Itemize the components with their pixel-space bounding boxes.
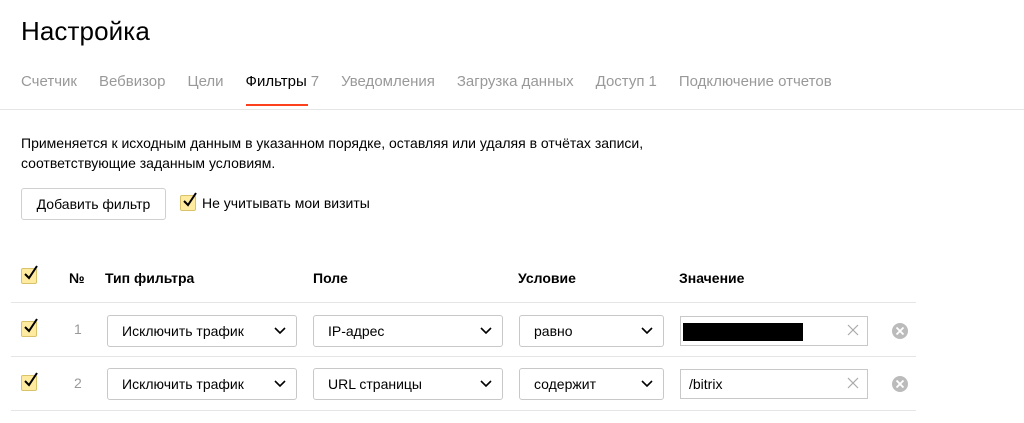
checkmark-icon <box>24 265 38 280</box>
condition-select[interactable]: равно <box>519 315 664 347</box>
condition-value: содержит <box>534 376 596 392</box>
chevron-down-icon <box>480 380 492 388</box>
tab-label: Загрузка данных <box>456 73 574 90</box>
filters-description: Применяется к исходным данным в указанно… <box>21 135 644 171</box>
filter-type-value: Исключить трафик <box>122 376 244 392</box>
redacted-value <box>683 323 803 341</box>
page-title: Настройка <box>21 16 150 46</box>
ignore-my-visits-option[interactable]: Не учитывать мои визиты <box>180 192 370 211</box>
ignore-my-visits-checkbox[interactable] <box>180 192 197 211</box>
tab-label: Фильтры <box>245 73 307 90</box>
value-text: /bitrix <box>689 376 723 392</box>
value-input[interactable] <box>680 316 868 346</box>
header-num: № <box>69 270 85 286</box>
row-number: 2 <box>74 375 82 391</box>
chevron-down-icon <box>274 380 286 388</box>
tab-count: 7 <box>310 73 320 90</box>
checkmark-icon <box>24 372 38 387</box>
chevron-down-icon <box>274 327 286 335</box>
tab-goals[interactable]: Цели <box>187 73 223 90</box>
table-row: 2 Исключить трафик URL страницы содержит… <box>0 356 1024 412</box>
tabs-bar: Счетчик Вебвизор Цели Фильтры 7 Уведомлен… <box>21 73 854 106</box>
filter-type-select[interactable]: Исключить трафик <box>107 368 297 400</box>
row-checkbox[interactable] <box>21 372 38 391</box>
tab-label: Уведомления <box>341 73 435 90</box>
condition-select[interactable]: содержит <box>519 368 664 400</box>
tab-data-upload[interactable]: Загрузка данных <box>457 73 574 90</box>
tabs-divider <box>0 109 1024 110</box>
field-value: IP-адрес <box>328 323 385 339</box>
select-all-checkbox[interactable] <box>21 265 38 284</box>
chevron-down-icon <box>641 380 653 388</box>
tab-report-connection[interactable]: Подключение отчетов <box>679 73 832 90</box>
tab-counter[interactable]: Счетчик <box>21 73 77 90</box>
tab-label: Счетчик <box>21 73 77 90</box>
field-select[interactable]: IP-адрес <box>313 315 503 347</box>
header-value: Значение <box>679 270 745 286</box>
checkmark-icon <box>183 192 197 207</box>
field-value: URL страницы <box>328 376 422 392</box>
chevron-down-icon <box>641 327 653 335</box>
tab-count: 1 <box>648 73 657 90</box>
tab-label: Доступ <box>595 73 645 90</box>
tab-notifications[interactable]: Уведомления <box>341 73 435 90</box>
add-filter-button[interactable]: Добавить фильтр <box>21 188 166 220</box>
tab-label: Цели <box>187 73 224 90</box>
filter-type-value: Исключить трафик <box>122 323 244 339</box>
tab-access[interactable]: Доступ 1 <box>596 73 657 90</box>
filter-type-select[interactable]: Исключить трафик <box>107 315 297 347</box>
ignore-my-visits-label: Не учитывать мои визиты <box>202 195 370 211</box>
tab-label: Подключение отчетов <box>678 73 832 90</box>
condition-value: равно <box>534 323 573 339</box>
clear-icon[interactable] <box>847 324 859 336</box>
clear-icon[interactable] <box>847 377 859 389</box>
header-field: Поле <box>313 270 348 286</box>
remove-filter-icon[interactable] <box>892 376 908 392</box>
value-input[interactable]: /bitrix <box>680 369 868 399</box>
row-checkbox[interactable] <box>21 318 38 337</box>
remove-filter-icon[interactable] <box>892 323 908 339</box>
tab-label: Вебвизор <box>98 73 166 90</box>
chevron-down-icon <box>480 327 492 335</box>
tab-webvisor[interactable]: Вебвизор <box>99 73 166 90</box>
row-divider <box>11 410 916 411</box>
header-condition: Условие <box>518 270 576 286</box>
checkmark-icon <box>24 318 38 333</box>
row-number: 1 <box>74 321 82 337</box>
field-select[interactable]: URL страницы <box>313 368 503 400</box>
table-row: 1 Исключить трафик IP-адрес равно <box>0 302 1024 358</box>
tab-filters[interactable]: Фильтры 7 <box>245 73 320 106</box>
header-filter-type: Тип фильтра <box>105 270 195 286</box>
